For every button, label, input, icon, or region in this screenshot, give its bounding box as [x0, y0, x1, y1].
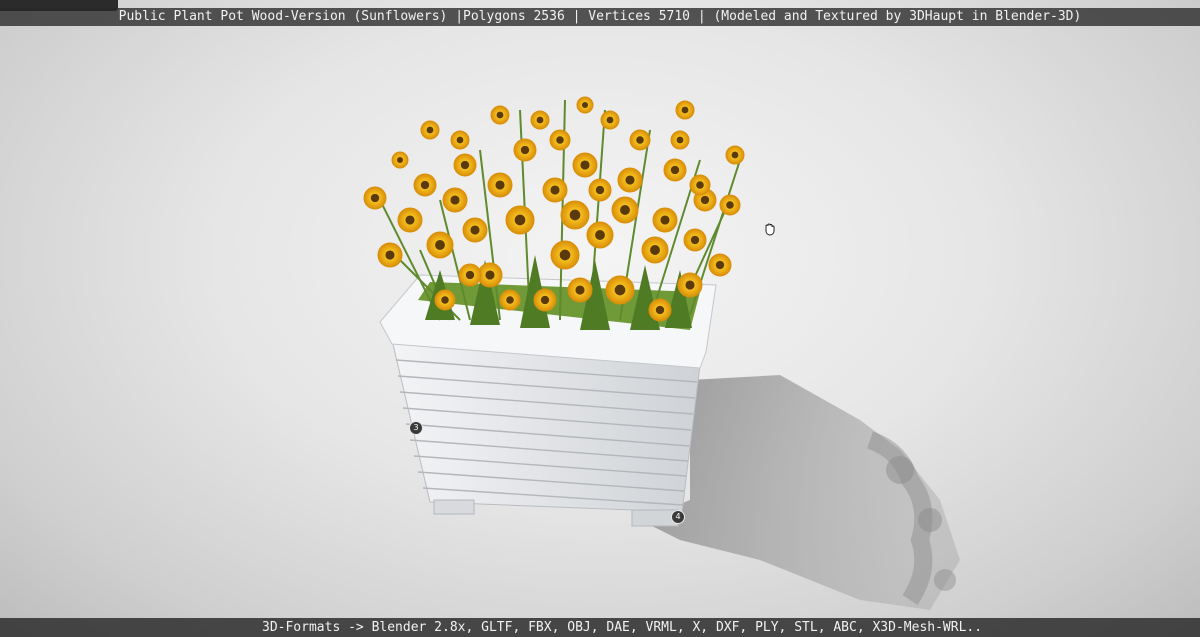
sunflower-center: [460, 160, 470, 170]
sunflower-center: [485, 270, 495, 280]
3d-viewport[interactable]: 3 4: [0, 0, 1200, 637]
model-scene: [363, 96, 960, 610]
model-title-bar: Public Plant Pot Wood-Version (Sunflower…: [0, 8, 1200, 26]
sunflower-center: [681, 106, 689, 114]
sunflower-center: [465, 270, 475, 280]
sunflower-center: [620, 205, 630, 215]
sunflower-center: [540, 295, 550, 305]
sunflower-center: [625, 175, 635, 185]
model-title: Public Plant Pot Wood-Version (Sunflower…: [118, 9, 1082, 24]
sunflower-center: [685, 280, 695, 290]
sunflower-center: [660, 215, 670, 225]
sunflower-center: [575, 285, 585, 295]
sunflower-center: [450, 195, 460, 205]
sunflower-center: [514, 214, 526, 226]
sunflower-center: [550, 185, 560, 195]
sunflower-center: [441, 296, 449, 304]
sunflower-center: [676, 136, 684, 144]
sunflower-center: [559, 249, 571, 261]
sunflower-center: [700, 195, 710, 205]
sunflower-center: [581, 101, 589, 109]
sunflower-center: [370, 193, 380, 203]
sunflower-center: [426, 126, 434, 134]
sunflower-center: [520, 145, 530, 155]
sunflower-center: [606, 116, 614, 124]
sunflower-center: [470, 225, 480, 235]
formats-bar: 3D-Formats -> Blender 2.8x, GLTF, FBX, O…: [0, 618, 1200, 637]
sunflower-center: [595, 230, 605, 240]
sunflower-center: [556, 136, 564, 144]
sunflower-center: [655, 305, 665, 315]
sunflower-center: [614, 284, 626, 296]
sunflower-center: [636, 136, 644, 144]
sunflower-center: [696, 181, 704, 189]
sunflower-center: [456, 136, 464, 144]
sunflower-center: [670, 165, 680, 175]
sunflower-center: [731, 151, 739, 159]
sunflower-center: [396, 156, 404, 164]
sunflower-center: [580, 160, 590, 170]
annotation-hotspot-3[interactable]: 3: [409, 421, 423, 435]
sunflower-center: [595, 185, 605, 195]
sunflower-center: [435, 240, 445, 250]
annotation-hotspot-4[interactable]: 4: [671, 510, 685, 524]
formats-text: 3D-Formats -> Blender 2.8x, GLTF, FBX, O…: [262, 620, 983, 635]
sunflower-center: [726, 201, 734, 209]
sunflower-center: [496, 111, 504, 119]
sunflower-center: [506, 296, 514, 304]
sunflower-center: [569, 209, 581, 221]
sunflower-center: [495, 180, 505, 190]
sunflower-center: [405, 215, 415, 225]
sunflower-center: [715, 260, 725, 270]
sunflower-center: [536, 116, 544, 124]
sunflower-center: [420, 180, 430, 190]
sunflower-center: [385, 250, 395, 260]
grab-hand-icon: [765, 223, 775, 236]
sunflower-center: [690, 235, 700, 245]
sunflower-center: [650, 245, 660, 255]
